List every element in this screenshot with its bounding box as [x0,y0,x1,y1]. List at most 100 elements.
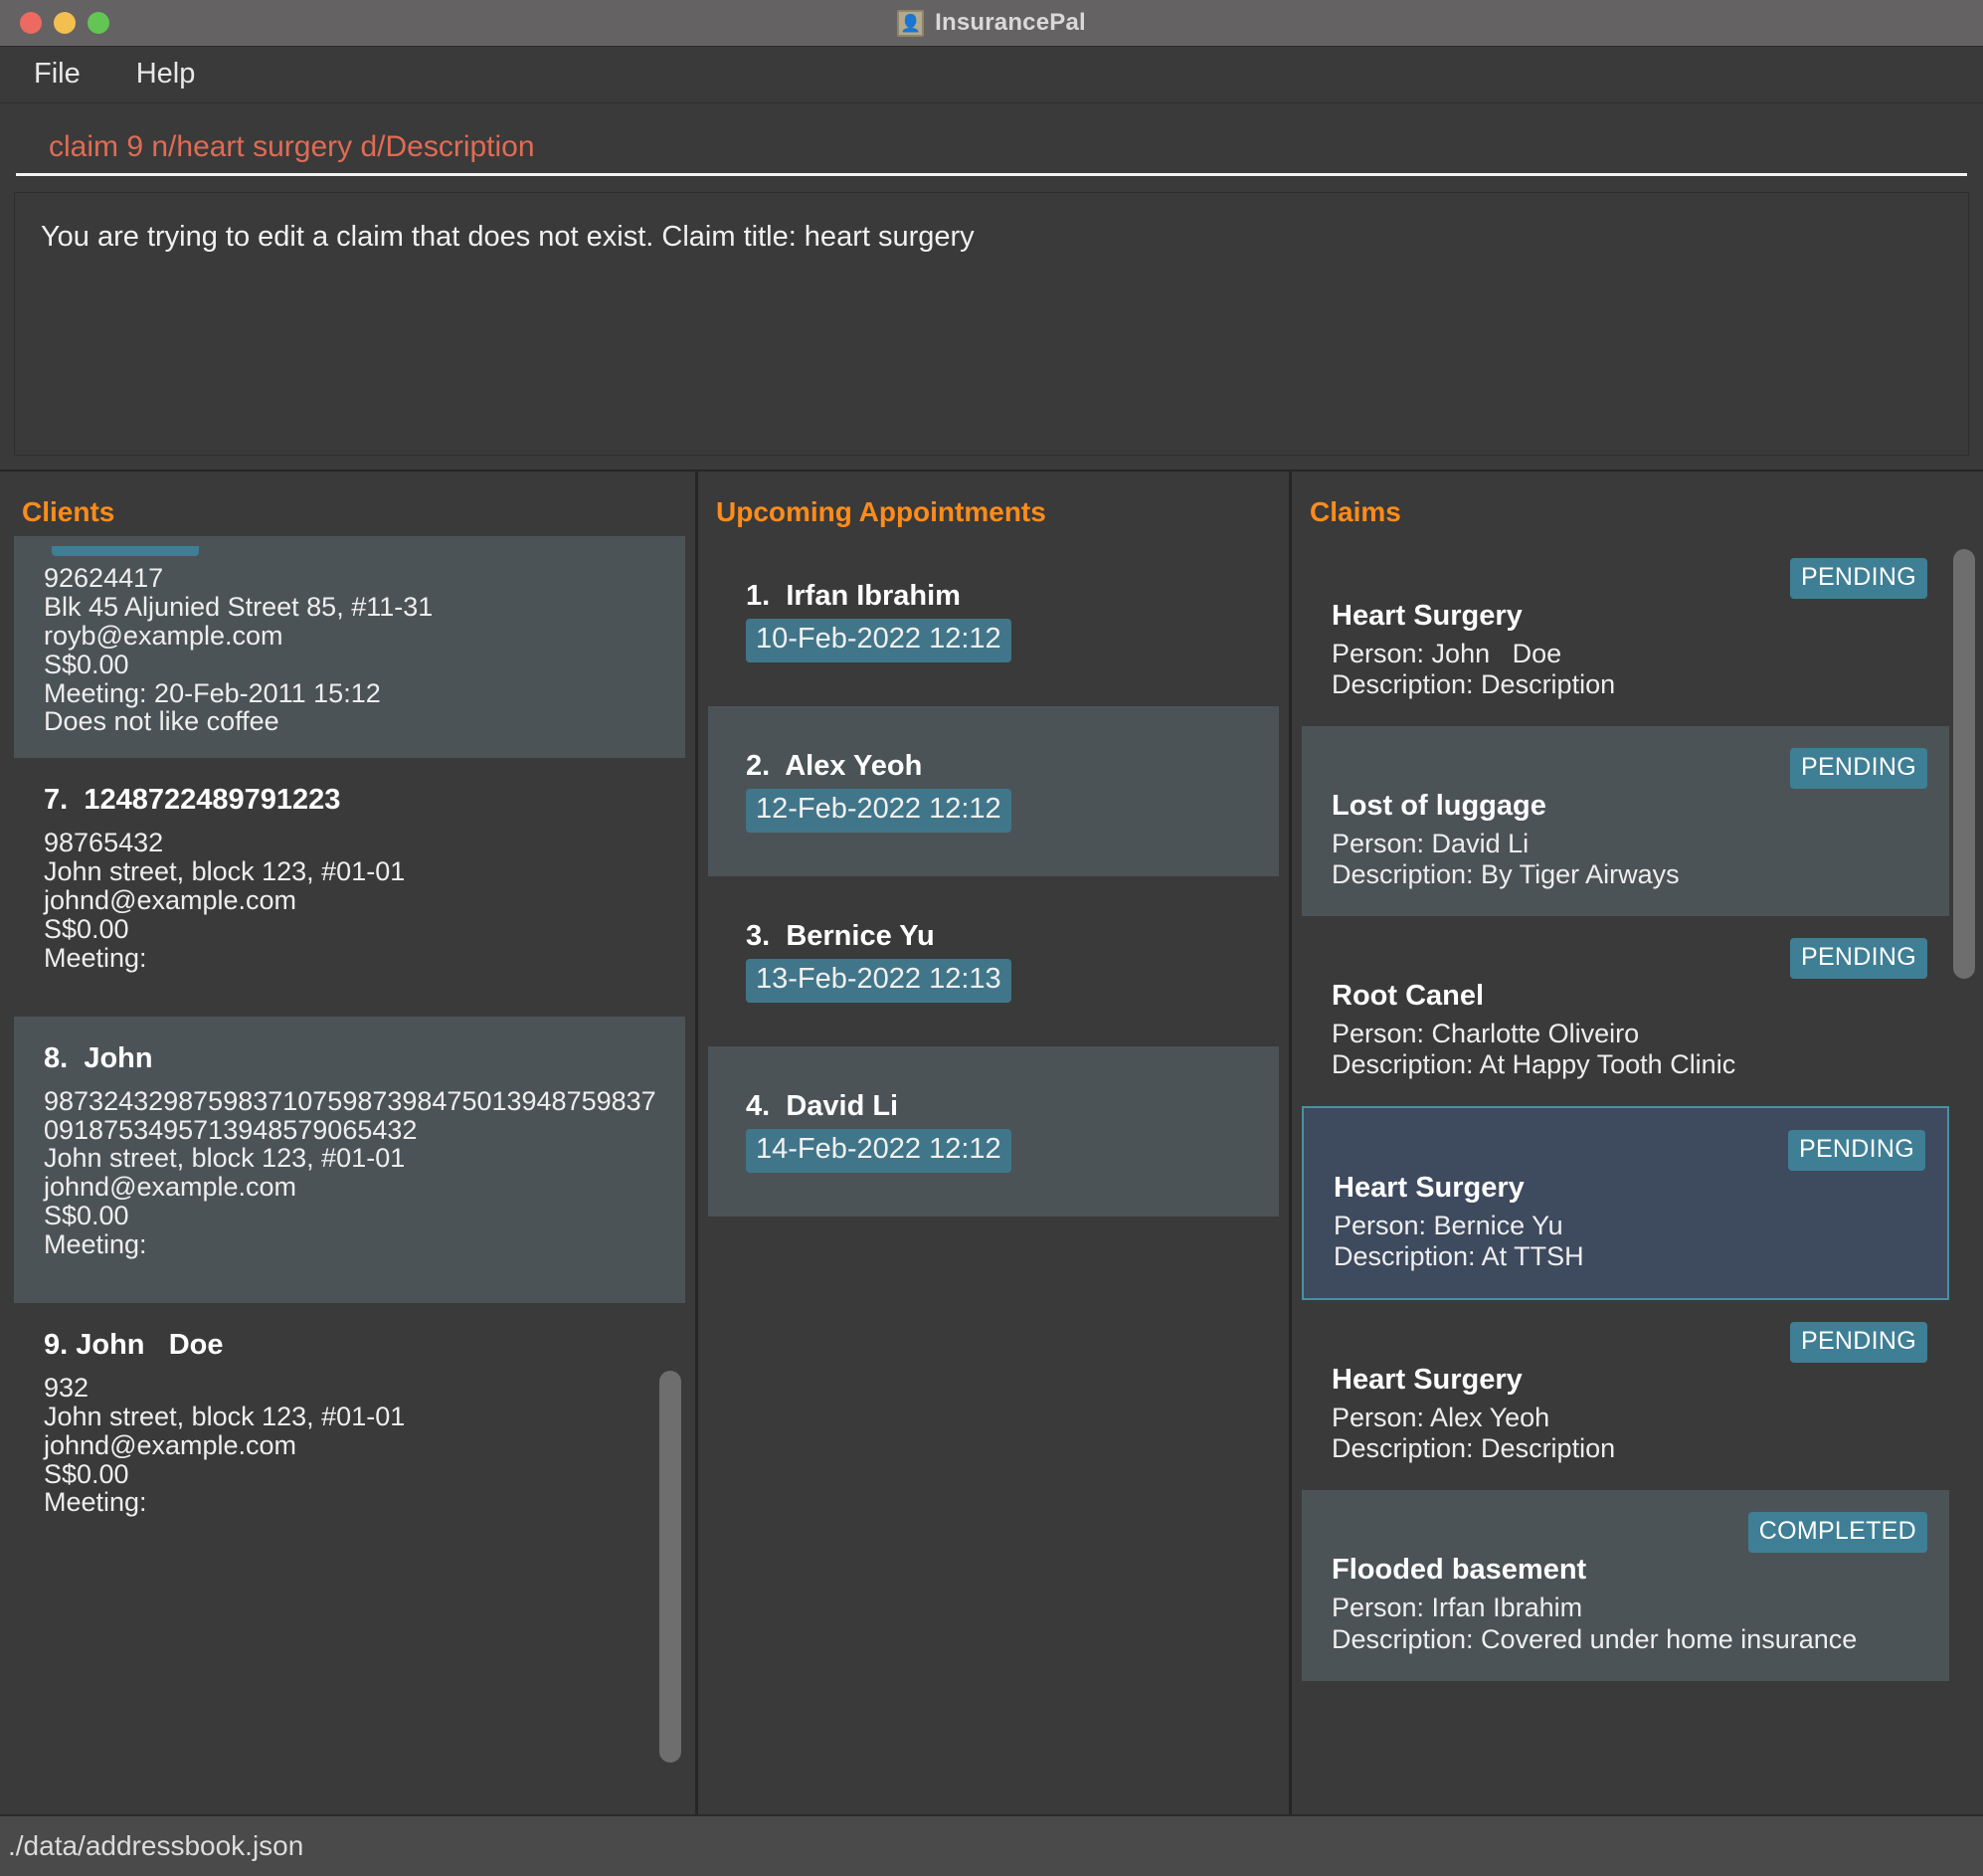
client-phone: 932 [44,1374,663,1403]
client-index: 8. [44,1042,68,1074]
client-meeting: Meeting: [44,1230,663,1259]
appointments-panel-title: Upcoming Appointments [708,479,1279,536]
panels-row: Clients 92624417 Blk 45 Aljunied Street … [0,469,1983,1814]
clients-panel-title: Clients [14,479,685,536]
claims-scrollbar-thumb[interactable] [1953,549,1975,979]
client-list-item[interactable]: 9. John Doe 932 John street, block 123, … [14,1303,685,1561]
claim-person: Person: David Li [1332,829,1923,859]
claim-title: Flooded basement [1332,1554,1923,1587]
menu-item-file[interactable]: File [26,54,104,96]
client-name: John [84,1042,152,1074]
client-amount: S$0.00 [44,1202,663,1230]
appointment-datetime: 14-Feb-2022 12:12 [746,1129,1011,1173]
claim-description: Description: At Happy Tooth Clinic [1332,1049,1923,1080]
client-name-line: 9. John Doe [44,1329,663,1362]
claim-status-badge: COMPLETED [1748,1512,1927,1553]
clients-list-scroller: 92624417 Blk 45 Aljunied Street 85, #11-… [14,536,685,1800]
appointment-name: Alex Yeoh [785,750,922,782]
client-email: johnd@example.com [44,1173,663,1202]
claims-list[interactable]: PENDING Heart Surgery Person: John Doe D… [1302,536,1975,1800]
appointment-name: Irfan Ibrahim [786,580,961,612]
appointment-index: 1. [746,580,770,612]
claims-panel: Claims PENDING Heart Surgery Person: Joh… [1292,471,1983,1814]
clients-scrollbar[interactable] [659,536,681,1800]
claim-person: Person: Charlotte Oliveiro [1332,1019,1923,1049]
client-amount: S$0.00 [44,1460,663,1489]
claim-description: Description: Description [1332,1433,1923,1464]
maximize-window-button[interactable] [88,12,109,34]
status-bar-save-location: ./data/addressbook.json [8,1830,303,1862]
client-meeting: Meeting: 20-Feb-2011 15:12 [44,679,663,708]
claim-person: Person: Bernice Yu [1334,1211,1921,1241]
claim-list-item[interactable]: PENDING Heart Surgery Person: Alex Yeoh … [1302,1300,1949,1490]
claim-list-item-selected[interactable]: PENDING Heart Surgery Person: Bernice Yu… [1302,1106,1949,1300]
client-name-line: 8. John [44,1042,663,1075]
appointment-name: David Li [786,1090,898,1122]
appointment-datetime: 12-Feb-2022 12:12 [746,789,1011,833]
client-address: Blk 45 Aljunied Street 85, #11-31 [44,593,663,622]
appointment-datetime: 13-Feb-2022 12:13 [746,959,1011,1003]
client-name: John Doe [76,1329,223,1361]
window-title: InsurancePal [935,9,1086,37]
client-email: royb@example.com [44,622,663,651]
window-title-group: 👤 InsurancePal [0,9,1983,37]
clients-panel: Clients 92624417 Blk 45 Aljunied Street … [0,471,698,1814]
window-controls[interactable] [20,12,109,34]
claim-person: Person: Alex Yeoh [1332,1403,1923,1433]
client-list-item[interactable]: 7. 1248722489791223 98765432 John street… [14,758,685,1016]
clients-list[interactable]: 92624417 Blk 45 Aljunied Street 85, #11-… [14,536,685,1800]
client-list-item[interactable]: 92624417 Blk 45 Aljunied Street 85, #11-… [14,536,685,758]
application-window: 👤 InsurancePal File Help You are trying … [0,0,1983,1876]
client-meeting: Meeting: [44,944,663,973]
client-note: Does not like coffee [44,707,663,736]
appointment-name-line: 2. Alex Yeoh [746,750,1257,783]
appointment-list-item[interactable]: 3. Bernice Yu 13-Feb-2022 12:13 [708,876,1279,1046]
claim-list-item[interactable]: COMPLETED Flooded basement Person: Irfan… [1302,1490,1949,1680]
claim-status-badge: PENDING [1790,938,1927,979]
claim-description: Description: Covered under home insuranc… [1332,1624,1923,1655]
claim-person: Person: Irfan Ibrahim [1332,1593,1923,1623]
result-display-message: You are trying to edit a claim that does… [14,192,1969,456]
claim-status-badge: PENDING [1788,1130,1925,1171]
appointments-panel: Upcoming Appointments 1. Irfan Ibrahim 1… [698,471,1292,1814]
command-input[interactable] [16,130,1967,176]
claim-status-badge: PENDING [1790,1322,1927,1363]
client-address: John street, block 123, #01-01 [44,1144,663,1173]
menu-item-help[interactable]: Help [128,54,220,96]
client-address: John street, block 123, #01-01 [44,1403,663,1431]
clients-scrollbar-thumb[interactable] [659,1371,681,1763]
claim-title: Lost of luggage [1332,790,1923,823]
client-index: 7. [44,784,68,816]
client-meeting: Meeting: [44,1488,663,1517]
claims-list-scroller: PENDING Heart Surgery Person: John Doe D… [1302,536,1949,1800]
appointments-list[interactable]: 1. Irfan Ibrahim 10-Feb-2022 12:12 2. Al… [708,536,1279,1800]
client-email: johnd@example.com [44,886,663,915]
menu-bar: File Help [0,47,1983,103]
claim-list-item[interactable]: PENDING Heart Surgery Person: John Doe D… [1302,536,1949,726]
appointment-index: 2. [746,750,770,782]
appointment-name-line: 3. Bernice Yu [746,920,1257,953]
client-email: johnd@example.com [44,1431,663,1460]
claim-list-item[interactable]: PENDING Lost of luggage Person: David Li… [1302,726,1949,916]
claim-title: Heart Surgery [1334,1172,1921,1205]
claim-person: Person: John Doe [1332,639,1923,669]
client-amount: S$0.00 [44,915,663,944]
appointment-list-item[interactable]: 2. Alex Yeoh 12-Feb-2022 12:12 [708,706,1279,876]
claim-list-item[interactable]: PENDING Root Canel Person: Charlotte Oli… [1302,916,1949,1106]
appointment-name-line: 1. Irfan Ibrahim [746,580,1257,613]
client-list-item[interactable]: 8. John 98732432987598371075987398475013… [14,1017,685,1303]
close-window-button[interactable] [20,12,42,34]
client-phone: 98765432 [44,829,663,857]
appointment-list-item[interactable]: 1. Irfan Ibrahim 10-Feb-2022 12:12 [708,536,1279,706]
command-box-container [0,103,1983,176]
claim-title: Heart Surgery [1332,1364,1923,1397]
client-tag-chip-clipped [52,546,199,556]
client-phone: 92624417 [44,564,663,593]
minimize-window-button[interactable] [54,12,76,34]
claims-scrollbar[interactable] [1953,536,1975,1800]
appointment-index: 4. [746,1090,770,1122]
client-address: John street, block 123, #01-01 [44,857,663,886]
claim-description: Description: By Tiger Airways [1332,859,1923,890]
appointment-index: 3. [746,920,770,952]
appointment-list-item[interactable]: 4. David Li 14-Feb-2022 12:12 [708,1046,1279,1217]
